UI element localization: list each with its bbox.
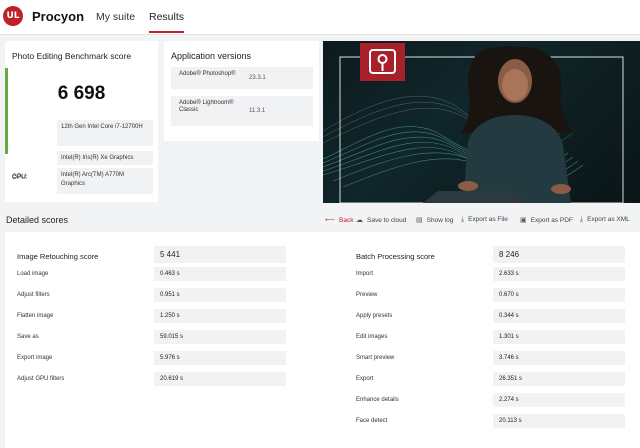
retouching-row-label: Load image — [17, 271, 49, 277]
batch-row-value: 2.274 s — [493, 393, 625, 407]
download-icon: ⤓ — [461, 216, 465, 223]
hero-illustration — [323, 43, 624, 203]
application-versions-card: Application versions Adobe® Photoshop® 2… — [164, 41, 319, 141]
app-name: Adobe® Photoshop® — [179, 71, 236, 77]
show-log-label: Show log — [426, 217, 454, 224]
batch-row-label: Smart preview — [356, 355, 395, 361]
batch-row-value: 0.670 s — [493, 288, 625, 302]
cloud-icon: ☁ — [356, 217, 363, 224]
batch-row-label: Enhance details — [356, 397, 399, 403]
tab-results-label: Results — [149, 11, 185, 23]
arrow-left-icon: ⟵ — [325, 217, 336, 224]
retouching-row-value: 59.015 s — [154, 330, 286, 344]
back-button[interactable]: ⟵ Back — [325, 216, 354, 224]
retouching-score-value: 5 441 — [154, 246, 286, 263]
app-version: 11.3.1 — [249, 108, 266, 114]
score-card-title: Photo Editing Benchmark score — [12, 51, 132, 61]
version-row-lightroom: Adobe® Lightroom® Classic 11.3.1 — [171, 96, 313, 126]
benchmark-score: 6 698 — [57, 83, 106, 104]
download-icon: ⤓ — [580, 216, 584, 223]
export-as-file-button[interactable]: ⤓ Export as File — [461, 216, 508, 224]
log-icon: ▤ — [416, 217, 423, 224]
retouching-row-label: Save as — [17, 334, 39, 340]
batch-row-label: Preview — [356, 292, 378, 298]
app-version: 23.3.1 — [249, 75, 266, 81]
app-name: Adobe® Lightroom® Classic — [179, 100, 234, 113]
retouching-row-value: 1.250 s — [154, 309, 286, 323]
tab-my-suite[interactable]: My suite — [96, 11, 135, 23]
batch-row-label: Face detect — [356, 418, 388, 424]
detailed-scores-title: Detailed scores — [6, 215, 69, 225]
export-as-pdf-button[interactable]: ▣ Export as PDF — [520, 216, 573, 224]
cpu-value: 12th Gen Intel Core i7-12700H — [57, 120, 153, 146]
retouching-row-value: 5.976 s — [154, 351, 286, 365]
retouching-row-value: 0.951 s — [154, 288, 286, 302]
hero-image — [323, 41, 640, 203]
batch-row-value: 2.633 s — [493, 267, 625, 281]
batch-row-value: 0.344 s — [493, 309, 625, 323]
batch-row-value: 3.746 s — [493, 351, 625, 365]
retouching-row-label: Adjust filters — [17, 292, 50, 298]
version-row-photoshop: Adobe® Photoshop® 23.3.1 — [171, 67, 313, 89]
batch-row-label: Edit images — [356, 334, 388, 340]
batch-row-value: 26.351 s — [493, 372, 625, 386]
retouching-row-label: Flatten image — [17, 313, 54, 319]
export-as-xml-button[interactable]: ⤓ Export as XML — [580, 216, 630, 224]
batch-row-label: Import — [356, 271, 374, 277]
show-log-button[interactable]: ▤ Show log — [416, 216, 453, 224]
active-tab-indicator — [149, 31, 185, 33]
retouching-row-label: Adjust GPU filters — [17, 376, 65, 382]
tab-my-suite-label: My suite — [96, 11, 136, 23]
save-to-cloud-label: Save to cloud — [367, 217, 407, 224]
batch-row-label: Export — [356, 376, 374, 382]
batch-score-value: 8 246 — [493, 246, 625, 263]
retouching-row-label: Export image — [17, 355, 53, 361]
retouching-row-value: 20.619 s — [154, 372, 286, 386]
score-accent-bar — [5, 68, 8, 154]
retouching-row-value: 0.463 s — [154, 267, 286, 281]
top-nav: UL Procyon My suite Results — [0, 0, 640, 35]
batch-row-value: 20.113 s — [493, 414, 625, 428]
gpu-label: GPU: — [12, 173, 28, 180]
gpu-value-1: Intel(R) Iris(R) Xe Graphics — [57, 151, 153, 165]
export-as-pdf-label: Export as PDF — [530, 217, 573, 224]
export-as-xml-label: Export as XML — [587, 216, 630, 223]
save-to-cloud-button[interactable]: ☁ Save to cloud — [356, 216, 406, 224]
batch-row-value: 1.301 s — [493, 330, 625, 344]
batch-row-label: Apply presets — [356, 313, 393, 319]
brand-name: Procyon — [32, 9, 85, 24]
tab-results[interactable]: Results — [149, 11, 185, 33]
batch-score-label: Batch Processing score — [356, 252, 435, 261]
back-label: Back — [339, 217, 354, 224]
ul-logo[interactable]: UL — [3, 6, 23, 26]
pdf-icon: ▣ — [520, 217, 527, 224]
gpu-value-2: Intel(R) Arc(TM) A770M Graphics — [57, 168, 153, 194]
export-as-file-label: Export as File — [468, 216, 508, 223]
versions-title: Application versions — [171, 51, 252, 61]
retouching-score-label: Image Retouching score — [17, 252, 99, 261]
detailed-scores-panel: Image Retouching score 5 441 Load image … — [5, 232, 640, 448]
